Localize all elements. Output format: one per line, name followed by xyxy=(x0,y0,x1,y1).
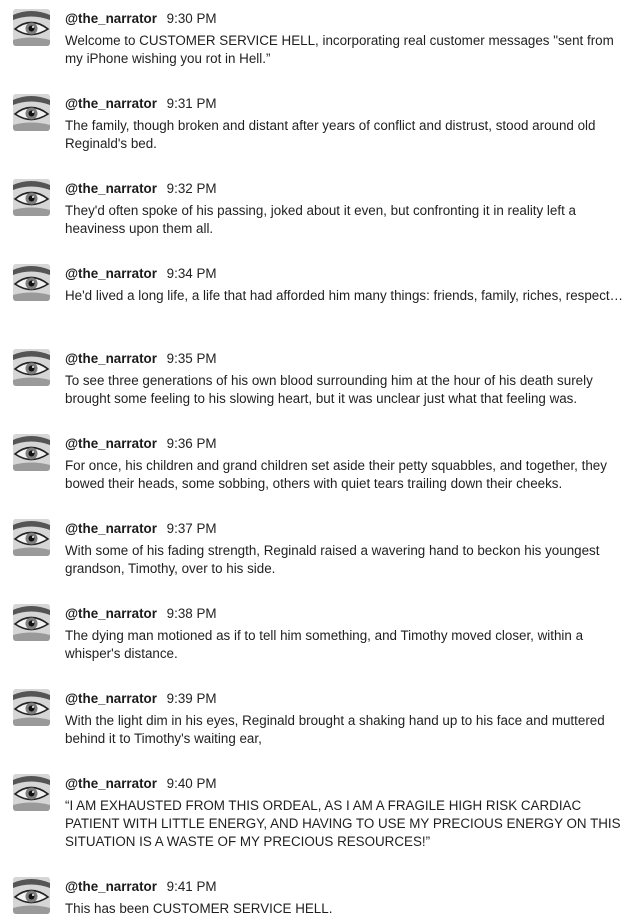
username-link[interactable]: @the_narrator xyxy=(65,691,157,706)
username-link[interactable]: @the_narrator xyxy=(65,181,157,196)
message-header: @the_narrator 9:38 PM xyxy=(65,606,217,622)
eye-avatar-icon[interactable] xyxy=(13,9,50,46)
eye-avatar-icon[interactable] xyxy=(13,877,50,914)
eye-avatar-icon[interactable] xyxy=(13,264,50,301)
timestamp: 9:38 PM xyxy=(166,606,217,621)
timestamp: 9:34 PM xyxy=(166,266,217,281)
username-link[interactable]: @the_narrator xyxy=(65,351,157,366)
message-header: @the_narrator 9:31 PM xyxy=(65,96,217,112)
message-header: @the_narrator 9:39 PM xyxy=(65,691,217,707)
message-header: @the_narrator 9:36 PM xyxy=(65,436,217,452)
username-link[interactable]: @the_narrator xyxy=(65,266,157,281)
username-link[interactable]: @the_narrator xyxy=(65,776,157,791)
message-text: With some of his fading strength, Regina… xyxy=(65,543,600,576)
timestamp: 9:39 PM xyxy=(166,691,217,706)
message-text: Welcome to CUSTOMER SERVICE HELL, incorp… xyxy=(65,33,614,66)
message-header: @the_narrator 9:32 PM xyxy=(65,181,217,197)
eye-avatar-icon[interactable] xyxy=(13,689,50,726)
eye-avatar-icon[interactable] xyxy=(13,604,50,641)
message-text: With the light dim in his eyes, Reginald… xyxy=(65,713,605,746)
message-text: To see three generations of his own bloo… xyxy=(65,373,593,406)
timestamp: 9:36 PM xyxy=(166,436,217,451)
message-header: @the_narrator 9:37 PM xyxy=(65,521,217,537)
message-header: @the_narrator 9:30 PM xyxy=(65,11,217,27)
eye-avatar-icon[interactable] xyxy=(13,519,50,556)
message-text: He'd lived a long life, a life that had … xyxy=(65,288,624,303)
message-header: @the_narrator 9:40 PM xyxy=(65,776,217,792)
message-text: “I AM EXHAUSTED FROM THIS ORDEAL, AS I A… xyxy=(65,798,621,849)
username-link[interactable]: @the_narrator xyxy=(65,436,157,451)
username-link[interactable]: @the_narrator xyxy=(65,606,157,621)
username-link[interactable]: @the_narrator xyxy=(65,521,157,536)
eye-avatar-icon[interactable] xyxy=(13,774,50,811)
username-link[interactable]: @the_narrator xyxy=(65,879,157,894)
timestamp: 9:40 PM xyxy=(166,776,217,791)
message-text: The dying man motioned as if to tell him… xyxy=(65,628,584,661)
username-link[interactable]: @the_narrator xyxy=(65,96,157,111)
eye-avatar-icon[interactable] xyxy=(13,179,50,216)
eye-avatar-icon[interactable] xyxy=(13,94,50,131)
timestamp: 9:31 PM xyxy=(166,96,217,111)
timestamp: 9:41 PM xyxy=(166,879,217,894)
timestamp: 9:37 PM xyxy=(166,521,217,536)
timestamp: 9:32 PM xyxy=(166,181,217,196)
message-header: @the_narrator 9:34 PM xyxy=(65,266,217,282)
message-text: For once, his children and grand childre… xyxy=(65,458,607,491)
username-link[interactable]: @the_narrator xyxy=(65,11,157,26)
timestamp: 9:30 PM xyxy=(166,11,217,26)
message-header: @the_narrator 9:41 PM xyxy=(65,879,217,895)
message-text: They'd often spoke of his passing, joked… xyxy=(65,203,576,236)
eye-avatar-icon[interactable] xyxy=(13,434,50,471)
message-text: The family, though broken and distant af… xyxy=(65,118,596,151)
message-text: This has been CUSTOMER SERVICE HELL. xyxy=(65,901,333,916)
eye-avatar-icon[interactable] xyxy=(13,349,50,386)
message-header: @the_narrator 9:35 PM xyxy=(65,351,217,367)
timestamp: 9:35 PM xyxy=(166,351,217,366)
